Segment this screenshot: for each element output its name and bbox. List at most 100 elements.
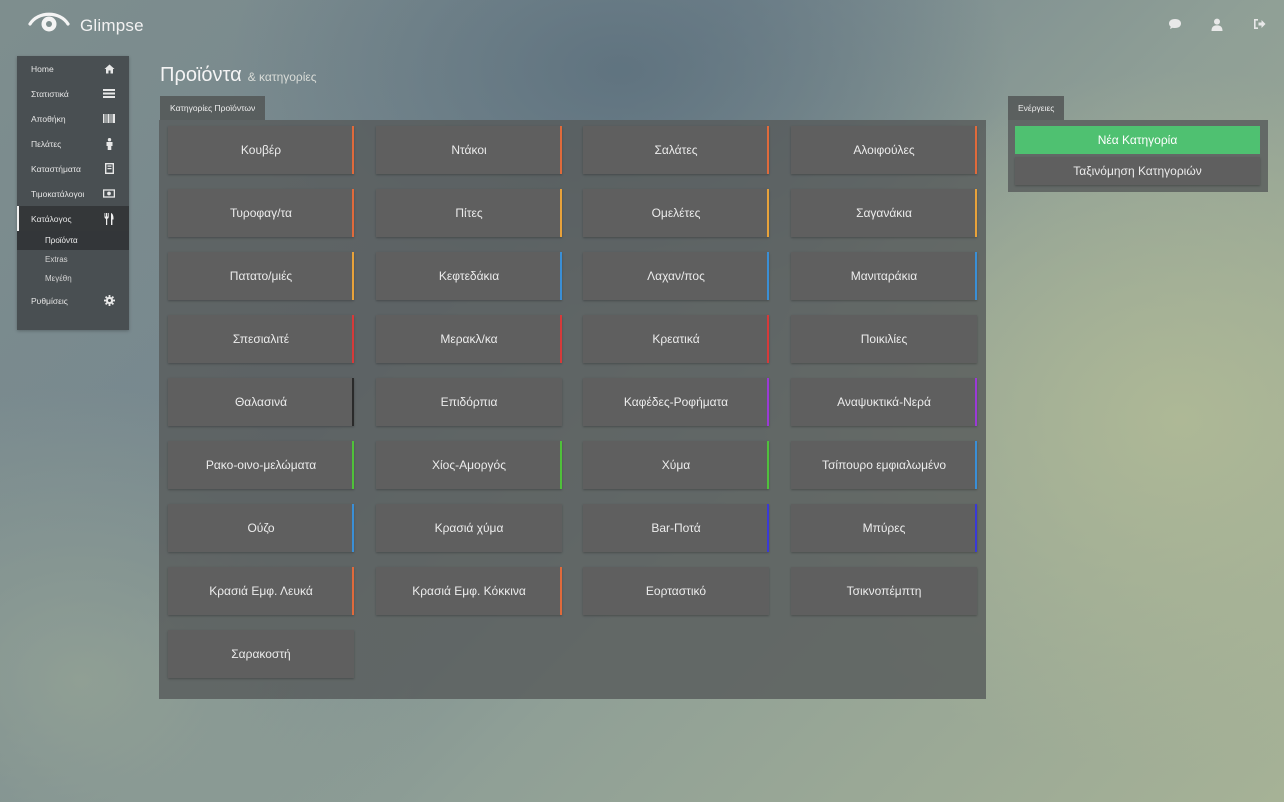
category-color-indicator <box>352 441 354 489</box>
category-tile[interactable]: Μερακλ/κα <box>376 315 562 363</box>
category-color-indicator <box>767 378 769 426</box>
gear-icon <box>103 295 115 306</box>
sidebar-item-statistics[interactable]: Στατιστικά <box>17 81 129 106</box>
sidebar: Home Στατιστικά Αποθήκη Πελάτες Καταστήμ… <box>17 56 129 330</box>
category-color-indicator <box>560 315 562 363</box>
categories-panel-tab: Κατηγορίες Προϊόντων <box>160 96 266 120</box>
category-color-indicator <box>975 378 977 426</box>
category-tile[interactable]: Κρασιά Εμφ. Λευκά <box>168 567 354 615</box>
category-tile[interactable]: Χίος-Αμοργός <box>376 441 562 489</box>
category-label: Ούζο <box>247 521 275 535</box>
category-tile[interactable]: Ούζο <box>168 504 354 552</box>
category-color-indicator <box>560 252 562 300</box>
category-tile[interactable]: Τσίπουρο εμφιαλωμένο <box>791 441 977 489</box>
user-icon[interactable] <box>1204 14 1230 34</box>
category-label: Χύμα <box>661 458 691 472</box>
app-logo[interactable]: Glimpse <box>28 8 144 36</box>
sidebar-item-settings[interactable]: Ρυθμίσεις <box>17 288 129 313</box>
stats-icon <box>103 88 115 99</box>
category-tile[interactable]: Μπύρες <box>791 504 977 552</box>
category-color-indicator <box>352 504 354 552</box>
category-tile[interactable]: Κρασιά χύμα <box>376 504 562 552</box>
sidebar-item-customers[interactable]: Πελάτες <box>17 131 129 156</box>
category-tile[interactable]: Θαλασινά <box>168 378 354 426</box>
sort-categories-button[interactable]: Ταξινόμηση Κατηγοριών <box>1015 157 1260 185</box>
category-label: Σαλάτες <box>654 143 698 157</box>
category-tile[interactable]: Τσικνοπέμπτη <box>791 567 977 615</box>
category-label: Κρασιά Εμφ. Κόκκινα <box>412 584 526 598</box>
sidebar-item-home[interactable]: Home <box>17 56 129 81</box>
category-label: Μανιταράκια <box>850 269 918 283</box>
money-icon <box>103 188 115 199</box>
barcode-icon <box>103 113 115 124</box>
subnav-item-products[interactable]: Προϊόντα <box>17 231 129 250</box>
category-tile[interactable]: Αλοιφούλες <box>791 126 977 174</box>
sidebar-item-warehouse[interactable]: Αποθήκη <box>17 106 129 131</box>
category-label: Εορταστικό <box>645 584 707 598</box>
category-tile[interactable]: Λαχαν/πος <box>583 252 769 300</box>
logout-icon[interactable] <box>1246 14 1272 34</box>
sidebar-item-label: Πελάτες <box>31 138 62 149</box>
category-label: Θαλασινά <box>234 395 288 409</box>
person-icon <box>103 137 115 150</box>
category-tile[interactable]: Bar-Ποτά <box>583 504 769 552</box>
category-tile[interactable]: Ρακο-οινο-μελώματα <box>168 441 354 489</box>
category-tile[interactable]: Κουβέρ <box>168 126 354 174</box>
category-tile[interactable]: Ποικιλίες <box>791 315 977 363</box>
category-tile[interactable]: Τυροφαγ/τα <box>168 189 354 237</box>
category-tile[interactable]: Ομελέτες <box>583 189 769 237</box>
category-label: Κουβέρ <box>240 143 282 157</box>
sidebar-item-label: Καταστήματα <box>31 163 81 174</box>
new-category-button[interactable]: Νέα Κατηγορία <box>1015 126 1260 154</box>
category-tile[interactable]: Σαγανάκια <box>791 189 977 237</box>
category-tile[interactable]: Σαρακοστή <box>168 630 354 678</box>
category-color-indicator <box>560 126 562 174</box>
category-tile[interactable]: Καφέδες-Ροφήματα <box>583 378 769 426</box>
store-icon <box>103 163 115 174</box>
chat-icon[interactable] <box>1162 14 1188 34</box>
category-color-indicator <box>352 315 354 363</box>
subnav-item-extras[interactable]: Extras <box>17 250 129 269</box>
sidebar-item-label: Στατιστικά <box>31 88 69 99</box>
category-tile[interactable]: Ντάκοι <box>376 126 562 174</box>
category-tile[interactable]: Εορταστικό <box>583 567 769 615</box>
category-label: Λαχαν/πος <box>647 269 705 283</box>
category-label: Αλοιφούλες <box>853 143 915 157</box>
category-color-indicator <box>352 252 354 300</box>
sidebar-item-label: Τιμοκατάλογοι <box>31 188 85 199</box>
category-color-indicator <box>560 189 562 237</box>
category-tile[interactable]: Σπεσιαλιτέ <box>168 315 354 363</box>
categories-panel: Κουβέρ Ντάκοι Σαλάτες Αλοιφούλες Τυροφαγ/τα Π… <box>159 120 986 699</box>
sidebar-item-pricelists[interactable]: Τιμοκατάλογοι <box>17 181 129 206</box>
sidebar-item-label: Αποθήκη <box>31 113 66 124</box>
category-tile[interactable]: Επιδόρπια <box>376 378 562 426</box>
sidebar-item-catalog[interactable]: Κατάλογος <box>17 206 129 231</box>
page-title-text: Προϊόντα <box>160 64 242 86</box>
category-tile[interactable]: Πατατο/μιές <box>168 252 354 300</box>
category-tile[interactable]: Αναψυκτικά-Νερά <box>791 378 977 426</box>
home-icon <box>103 63 115 74</box>
category-label: Κρασιά χύμα <box>434 521 504 535</box>
subnav-item-sizes[interactable]: Μεγέθη <box>17 269 129 288</box>
sidebar-item-stores[interactable]: Καταστήματα <box>17 156 129 181</box>
category-tile[interactable]: Κρεατικά <box>583 315 769 363</box>
category-label: Κρεατικά <box>652 332 700 346</box>
category-tile[interactable]: Κρασιά Εμφ. Κόκκινα <box>376 567 562 615</box>
category-label: Μερακλ/κα <box>440 332 498 346</box>
category-tile[interactable]: Πίτες <box>376 189 562 237</box>
category-label: Bar-Ποτά <box>651 521 701 535</box>
category-label: Πίτες <box>455 206 483 220</box>
category-color-indicator <box>975 441 977 489</box>
header-actions <box>1146 14 1272 34</box>
category-tile[interactable]: Χύμα <box>583 441 769 489</box>
category-color-indicator <box>352 378 354 426</box>
category-tile[interactable]: Μανιταράκια <box>791 252 977 300</box>
category-color-indicator <box>352 189 354 237</box>
category-color-indicator <box>352 126 354 174</box>
category-tile[interactable]: Κεφτεδάκια <box>376 252 562 300</box>
category-label: Τσικνοπέμπτη <box>846 584 922 598</box>
category-tile[interactable]: Σαλάτες <box>583 126 769 174</box>
app-name: Glimpse <box>80 16 144 35</box>
category-label: Ρακο-οινο-μελώματα <box>205 458 317 472</box>
category-label: Αναψυκτικά-Νερά <box>837 395 931 409</box>
